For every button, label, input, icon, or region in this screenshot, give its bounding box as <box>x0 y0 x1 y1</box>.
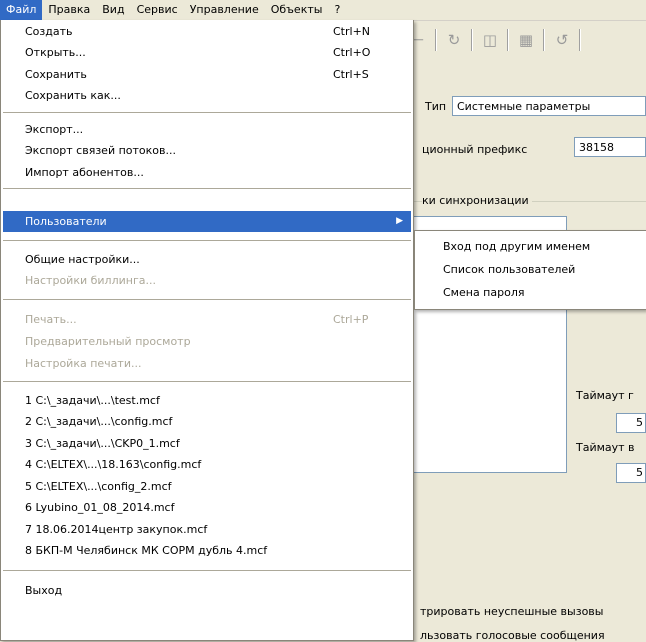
menu-item-label: Печать... <box>25 313 77 326</box>
menu-item-print[interactable]: Печать... Ctrl+P <box>3 309 411 330</box>
type-combobox[interactable]: Системные параметры <box>452 96 646 116</box>
toolbar-separator <box>435 29 437 51</box>
menu-separator <box>3 112 411 113</box>
menu-item-label: 6 Lyubino_01_08_2014.mcf <box>25 501 175 514</box>
toolbar-separator <box>543 29 545 51</box>
menu-objects[interactable]: Объекты <box>265 0 329 20</box>
menu-control[interactable]: Управление <box>184 0 265 20</box>
users-submenu: Вход под другим именем Список пользовате… <box>414 230 646 310</box>
menu-item-label: 2 C:\_задачи\...\config.mcf <box>25 415 173 428</box>
sync-group-label: ки синхронизации <box>422 194 532 207</box>
menu-item-export-links[interactable]: Экспорт связей потоков... <box>3 140 411 161</box>
file-menu-dropdown: Создать Ctrl+N Открыть... Ctrl+O Сохрани… <box>0 20 414 641</box>
menu-item-label: Открыть... <box>25 46 86 59</box>
menu-item-label: Экспорт... <box>25 123 84 136</box>
toolbar-separator <box>471 29 473 51</box>
toolbar-refresh-icon[interactable]: ↻ <box>441 28 467 52</box>
prefix-label: ционный префикс <box>422 143 528 156</box>
menu-item-users[interactable]: Пользователи ▶ <box>3 211 411 232</box>
failed-calls-checkbox-label[interactable]: трировать неуспешные вызовы <box>420 605 603 618</box>
menu-item-create[interactable]: Создать Ctrl+N <box>3 21 411 42</box>
menu-item-label: Выход <box>25 584 63 597</box>
menu-view[interactable]: Вид <box>96 0 130 20</box>
menu-item-label: Предварительный просмотр <box>25 335 191 348</box>
timeout2-input[interactable]: 5 <box>616 463 646 483</box>
menu-item-recent-file[interactable]: 6 Lyubino_01_08_2014.mcf <box>3 497 411 518</box>
toolbar-undo-icon[interactable]: ↺ <box>549 28 575 52</box>
menu-item-recent-file[interactable]: 7 18.06.2014центр закупок.mcf <box>3 519 411 540</box>
menu-item-label: Сохранить как... <box>25 89 121 102</box>
menu-item-preview[interactable]: Предварительный просмотр <box>3 331 411 352</box>
menu-item-recent-file[interactable]: 5 C:\ELTEX\...\config_2.mcf <box>3 476 411 497</box>
menu-separator <box>3 299 411 300</box>
menu-item-exit[interactable]: Выход <box>3 580 411 601</box>
menu-item-recent-file[interactable]: 1 C:\_задачи\...\test.mcf <box>3 390 411 411</box>
menu-separator <box>3 381 411 382</box>
menu-item-label: 5 C:\ELTEX\...\config_2.mcf <box>25 480 172 493</box>
menu-item-general-settings[interactable]: Общие настройки... <box>3 249 411 270</box>
timeout2-label: Таймаут в <box>576 441 635 454</box>
timeout1-input[interactable]: 5 <box>616 413 646 433</box>
menu-item-label: Настройки биллинга... <box>25 274 156 287</box>
menu-item-billing-settings[interactable]: Настройки биллинга... <box>3 270 411 291</box>
menu-item-label: 3 C:\_задачи\...\CKP0_1.mcf <box>25 437 180 450</box>
timeout1-label: Таймаут г <box>576 389 634 402</box>
menu-item-label: 1 C:\_задачи\...\test.mcf <box>25 394 160 407</box>
menu-item-print-setup[interactable]: Настройка печати... <box>3 353 411 374</box>
menu-item-label: Настройка печати... <box>25 357 142 370</box>
menu-separator <box>3 188 411 189</box>
menu-bar: Файл Правка Вид Сервис Управление Объект… <box>0 0 646 21</box>
submenu-item-user-list[interactable]: Список пользователей <box>417 259 575 280</box>
menu-item-label: Импорт абонентов... <box>25 166 144 179</box>
menu-item-recent-file[interactable]: 3 C:\_задачи\...\CKP0_1.mcf <box>3 433 411 454</box>
menu-item-label: Пользователи <box>25 215 107 228</box>
toolbar-table-icon[interactable]: ▦ <box>513 28 539 52</box>
menu-item-label: Создать <box>25 25 73 38</box>
menu-edit[interactable]: Правка <box>42 0 96 20</box>
shortcut-label: Ctrl+O <box>333 46 371 59</box>
type-label: Тип <box>425 100 447 113</box>
toolbar-separator <box>507 29 509 51</box>
voice-messages-checkbox-label[interactable]: льзовать голосовые сообщения <box>420 629 605 642</box>
menu-file[interactable]: Файл <box>0 0 43 20</box>
menu-item-recent-file[interactable]: 4 C:\ELTEX\...\18.163\config.mcf <box>3 454 411 475</box>
menu-item-label: 4 C:\ELTEX\...\18.163\config.mcf <box>25 458 202 471</box>
menu-item-recent-file[interactable]: 2 C:\_задачи\...\config.mcf <box>3 411 411 432</box>
menu-item-label: Экспорт связей потоков... <box>25 144 176 157</box>
menu-item-label: 7 18.06.2014центр закупок.mcf <box>25 523 208 536</box>
menu-item-recent-file[interactable]: 8 БКП-М Челябинск МК СОРМ дубль 4.mcf <box>3 540 411 561</box>
prefix-input[interactable]: 38158 <box>574 137 646 157</box>
menu-help[interactable]: ? <box>328 0 346 20</box>
toolbar: ⊢ ↻ ◫ ▦ ↺ <box>405 25 646 55</box>
menu-service[interactable]: Сервис <box>131 0 184 20</box>
menu-item-save[interactable]: Сохранить Ctrl+S <box>3 64 411 85</box>
menu-item-open[interactable]: Открыть... Ctrl+O <box>3 42 411 63</box>
submenu-item-login-as[interactable]: Вход под другим именем <box>417 236 590 257</box>
menu-item-export[interactable]: Экспорт... <box>3 119 411 140</box>
menu-separator <box>3 240 411 241</box>
shortcut-label: Ctrl+P <box>333 313 369 326</box>
menu-item-label: Общие настройки... <box>25 253 140 266</box>
toolbar-copy-icon[interactable]: ◫ <box>477 28 503 52</box>
menu-item-label: Сохранить <box>25 68 87 81</box>
menu-item-label: 8 БКП-М Челябинск МК СОРМ дубль 4.mcf <box>25 544 268 557</box>
menu-item-import-subscribers[interactable]: Импорт абонентов... <box>3 162 411 183</box>
shortcut-label: Ctrl+N <box>333 25 371 38</box>
toolbar-separator <box>579 29 581 51</box>
menu-separator <box>3 570 411 571</box>
shortcut-label: Ctrl+S <box>333 68 369 81</box>
submenu-item-change-password[interactable]: Смена пароля <box>417 282 524 303</box>
submenu-arrow-icon: ▶ <box>396 216 403 226</box>
menu-item-save-as[interactable]: Сохранить как... <box>3 85 411 106</box>
